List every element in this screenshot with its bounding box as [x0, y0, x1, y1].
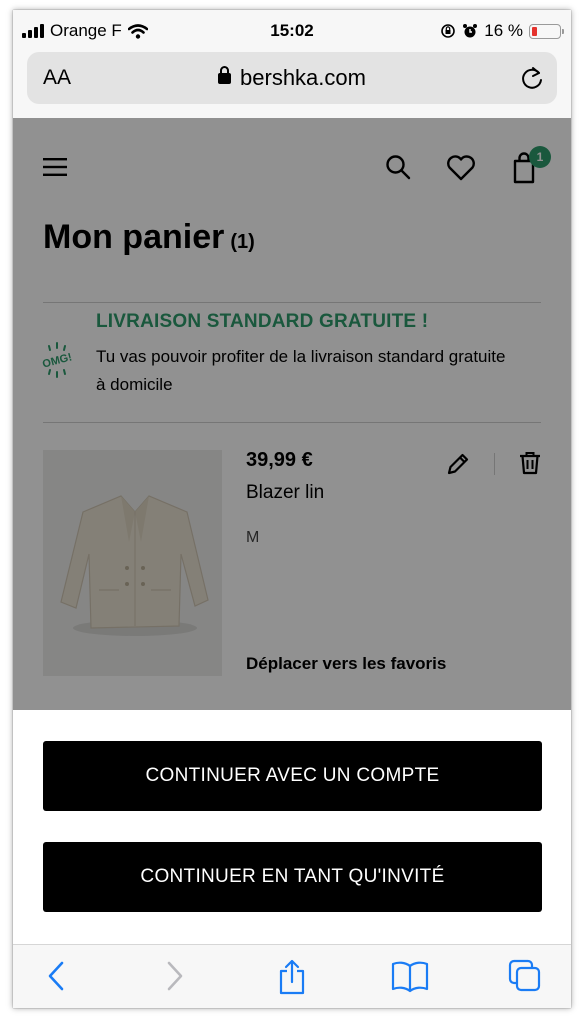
- url-text: bershka.com: [240, 65, 366, 90]
- continue-with-account-button[interactable]: CONTINUER AVEC UN COMPTE: [43, 741, 542, 811]
- forward-icon[interactable]: [165, 958, 185, 994]
- continue-as-guest-button[interactable]: CONTINUER EN TANT QU'INVITÉ: [43, 842, 542, 912]
- browser-toolbar: [13, 944, 571, 1008]
- checkout-sheet: CONTINUER AVEC UN COMPTE CONTINUER EN TA…: [13, 710, 571, 944]
- back-icon[interactable]: [46, 958, 66, 994]
- alarm-icon: [463, 24, 478, 38]
- status-right: 16 %: [440, 21, 564, 41]
- lock-icon: [218, 66, 232, 84]
- battery-icon: [529, 23, 564, 39]
- status-bar: Orange F 15:02 16 %: [13, 10, 571, 52]
- reload-icon[interactable]: [519, 64, 545, 92]
- tabs-icon[interactable]: [507, 958, 543, 994]
- phone-screen: Orange F 15:02 16 % AA bershka.com 1 Mon…: [13, 10, 571, 1008]
- url-field[interactable]: bershka.com: [27, 65, 557, 91]
- battery-percentage: 16 %: [484, 21, 523, 40]
- address-bar[interactable]: AA bershka.com: [27, 52, 557, 104]
- bookmarks-icon[interactable]: [391, 958, 429, 994]
- orientation-lock-icon: [441, 24, 456, 38]
- share-icon[interactable]: [277, 958, 307, 996]
